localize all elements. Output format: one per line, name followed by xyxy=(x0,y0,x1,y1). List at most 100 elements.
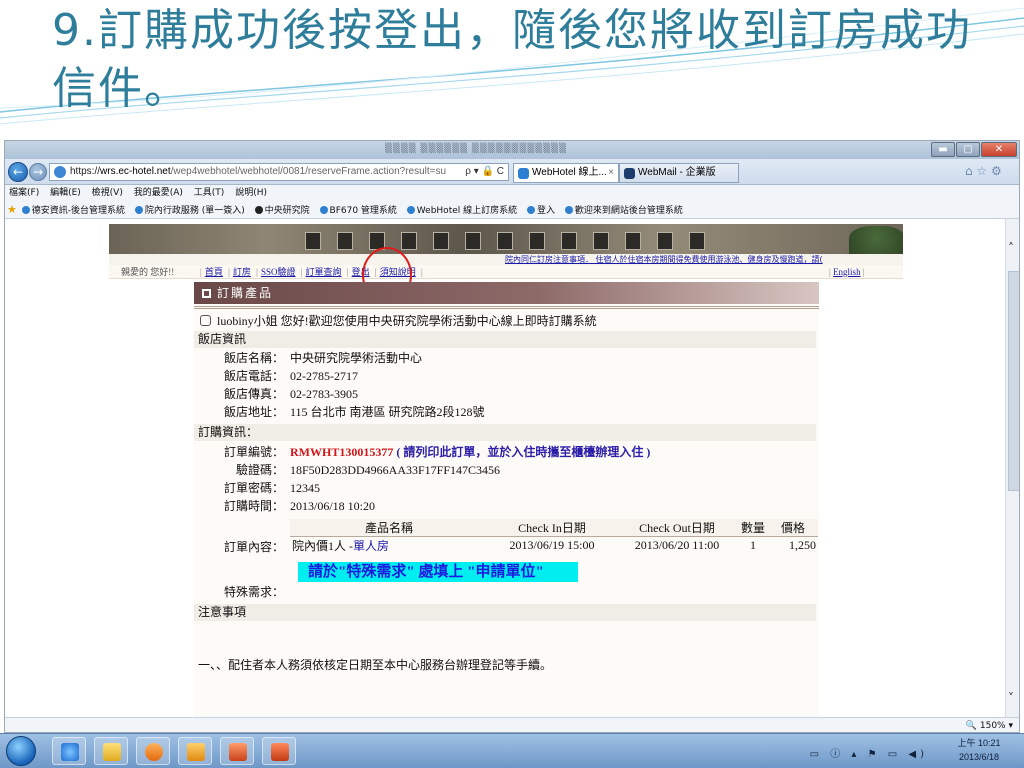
table-row: 院內價1人 -單人房 2013/06/19 15:00 2013/06/20 1… xyxy=(290,537,818,555)
outlook-taskbar-icon[interactable] xyxy=(136,737,170,765)
back-arrow-icon[interactable]: ← xyxy=(8,162,28,182)
menu-bar: 檔案(F) 編輯(E) 檢視(V) 我的最愛(A) 工具(T) 說明(H) xyxy=(5,185,1019,201)
checkout-cell: 2013/06/20 11:00 xyxy=(634,538,720,553)
forward-arrow-icon[interactable]: → xyxy=(29,163,47,181)
home-star-gear-icons[interactable]: ⌂ ☆ ⚙ xyxy=(965,164,1002,178)
tab-close-icon[interactable]: × xyxy=(608,164,614,182)
favorites-star-icon[interactable]: ★ xyxy=(7,203,17,216)
ie-icon xyxy=(564,206,573,214)
vertical-scrollbar[interactable]: ˄ ˅ xyxy=(1005,219,1019,717)
zoom-icon: 🔍 xyxy=(965,721,977,731)
room-type-link[interactable]: 單人房 xyxy=(353,539,389,553)
address-bar[interactable]: https://wrs.ec-hotel.net/wep4webhotel/we… xyxy=(49,163,509,181)
maximize-icon[interactable]: ▢ xyxy=(956,142,980,157)
blurred-window-title: ▒▒▒▒ ▒▒▒▒▒▒ ▒▒▒▒▒▒▒▒▒▒▒▒ xyxy=(385,144,567,154)
note-item: 一、、配住者本人務須依核定日期至本中心服務台辦理登記等手續。 xyxy=(198,658,553,672)
nav-sso-link[interactable]: SSO驗證 xyxy=(261,267,296,277)
menu-item-tools[interactable]: 工具(T) xyxy=(194,188,225,198)
nav-home-link[interactable]: 首頁 xyxy=(205,267,223,277)
webmail-tab-icon xyxy=(624,168,635,179)
panel-title: 訂購產品 xyxy=(217,286,274,300)
window-titlebar: ▒▒▒▒ ▒▒▒▒▒▒ ▒▒▒▒▒▒▒▒▒▒▒▒ ▬ ▢ ✕ xyxy=(5,141,1019,159)
scroll-thumb[interactable] xyxy=(1008,271,1019,491)
ie-taskbar-icon[interactable] xyxy=(52,737,86,765)
notice-marquee: 院內同仁訂房注意事項． 住宿人於住宿本房期間得免費使用游泳池、健身房及慢跑道，請… xyxy=(109,254,903,265)
english-link[interactable]: English xyxy=(833,267,861,277)
banner-window xyxy=(593,232,609,250)
clock-time: 上午 10:21 xyxy=(957,738,1001,748)
favorite-link[interactable]: BF670 管理系統 xyxy=(319,206,397,216)
order-number-note: ( 請列印此訂單，並於入住時攜至櫃檯辦理入住 ) xyxy=(396,445,651,459)
minimize-icon[interactable]: ▬ xyxy=(931,142,955,157)
clock-date: 2013/6/18 xyxy=(958,752,1000,762)
language-switch: | English | xyxy=(829,267,865,277)
price-cell: 1,250 xyxy=(789,538,816,553)
notice-link[interactable]: 院內同仁訂房注意事項． 住宿人於住宿本房期間得免費使用游泳池、健身房及慢跑道，請… xyxy=(505,254,823,265)
site-menu-row: 親愛的 您好!! | 首頁 | 訂房 | SSO驗證 | 訂單查詢 | 登出 | 須知說明 … xyxy=(109,265,903,279)
favorite-link[interactable]: WebHotel 線上訂房系統 xyxy=(406,206,517,216)
panel-divider xyxy=(194,306,819,309)
taskbar-clock[interactable]: 上午 10:21 2013/6/18 xyxy=(940,736,1018,764)
address-host: wrs.ec-hotel.net xyxy=(100,166,171,177)
tab-label: WebMail - 企業版 xyxy=(638,167,716,178)
menu-item-view[interactable]: 檢視(V) xyxy=(92,188,123,198)
banner-window xyxy=(465,232,481,250)
banner-window xyxy=(561,232,577,250)
order-section-title: 訂購資訊： xyxy=(194,424,816,441)
greeting: 親愛的 您好!! xyxy=(121,267,175,277)
tab-label: WebHotel 線上... xyxy=(532,167,607,178)
home-taskbar-icon[interactable] xyxy=(220,737,254,765)
col-checkout: Check Out日期 xyxy=(616,519,738,537)
special-request-hint: 請於"特殊需求" 處填上 "申請單位" xyxy=(298,562,578,582)
browser-screenshot: ▒▒▒▒ ▒▒▒▒▒▒ ▒▒▒▒▒▒▒▒▒▒▒▒ ▬ ▢ ✕ ← → https… xyxy=(4,140,1020,733)
start-button-icon[interactable] xyxy=(6,736,36,766)
order-number: RMWHT130015377 xyxy=(290,445,394,459)
scroll-down-icon[interactable]: ˅ xyxy=(1008,691,1014,705)
system-tray-icons[interactable]: ▭ ⓘ ▴ ⚑ ▭ ◀) xyxy=(810,745,928,760)
banner-window xyxy=(529,232,545,250)
zoom-level[interactable]: 🔍 150% ▾ xyxy=(965,718,1013,732)
close-icon[interactable]: ✕ xyxy=(981,142,1017,157)
address-path: /wep4webhotel/webhotel/0081/reserveFrame… xyxy=(170,166,447,177)
favorite-link[interactable]: 德安資訊-後台管理系統 xyxy=(21,206,125,216)
menu-item-favorites[interactable]: 我的最愛(A) xyxy=(134,188,183,198)
favorites-bar: ★ 德安資訊-後台管理系統 院內行政服務 (單一簽入) 中央研究院 BF670 … xyxy=(5,201,1019,219)
banner-window xyxy=(305,232,321,250)
windows-taskbar: ▭ ⓘ ▴ ⚑ ▭ ◀) 上午 10:21 2013/6/18 xyxy=(0,733,1024,768)
favorite-link[interactable]: 登入 xyxy=(527,206,555,216)
ie-icon xyxy=(21,206,30,214)
col-product: 產品名稱 xyxy=(290,519,488,537)
table-header-row: 產品名稱 Check In日期 Check Out日期 數量 價格 xyxy=(290,519,818,537)
scroll-up-icon[interactable]: ˄ xyxy=(1008,241,1014,255)
browser-navbar: ← → https://wrs.ec-hotel.net/wep4webhote… xyxy=(5,159,1019,185)
hotel-banner-image xyxy=(109,224,903,254)
tab-webmail[interactable]: WebMail - 企業版 xyxy=(619,163,739,183)
page-viewport: 院內同仁訂房注意事項． 住宿人於住宿本房期間得免費使用游泳池、健身房及慢跑道，請… xyxy=(5,219,1005,717)
outlook-mail-taskbar-icon[interactable] xyxy=(178,737,212,765)
square-bullet-icon xyxy=(202,289,211,298)
nav-order-query-link[interactable]: 訂單查詢 xyxy=(306,267,342,277)
menu-item-edit[interactable]: 編輯(E) xyxy=(50,188,81,198)
col-qty: 數量 xyxy=(738,519,768,537)
favorite-link[interactable]: 院內行政服務 (單一簽入) xyxy=(134,206,245,216)
col-price: 價格 xyxy=(768,519,818,537)
address-scheme: https:// xyxy=(70,166,101,177)
product-cell: 院內價1人 -單人房 xyxy=(292,539,390,554)
panel-header: 訂購產品 xyxy=(194,282,819,304)
address-tools-icons[interactable]: ρ ▾ 🔒 C xyxy=(465,164,504,180)
welcome-message: luobiny小姐 您好!歡迎您使用中央研究院學術活動中心線上即時訂購系統 xyxy=(200,312,597,329)
menu-item-file[interactable]: 檔案(F) xyxy=(9,188,39,198)
menu-item-help[interactable]: 說明(H) xyxy=(235,188,267,198)
checkin-cell: 2013/06/19 15:00 xyxy=(509,538,595,553)
favorite-link[interactable]: 中央研究院 xyxy=(254,206,310,216)
nav-booking-link[interactable]: 訂房 xyxy=(233,267,251,277)
powerpoint-taskbar-icon[interactable] xyxy=(262,737,296,765)
tab-webhotel[interactable]: WebHotel 線上... × xyxy=(513,163,619,183)
favorite-link[interactable]: 歡迎來到網站後台管理系統 xyxy=(564,206,683,216)
banner-window xyxy=(689,232,705,250)
ie-tab-icon xyxy=(518,168,529,179)
order-items-table: 產品名稱 Check In日期 Check Out日期 數量 價格 院內價1人 … xyxy=(290,519,818,555)
explorer-taskbar-icon[interactable] xyxy=(94,737,128,765)
qty-cell: 1 xyxy=(750,538,756,553)
ie-icon xyxy=(319,206,328,214)
